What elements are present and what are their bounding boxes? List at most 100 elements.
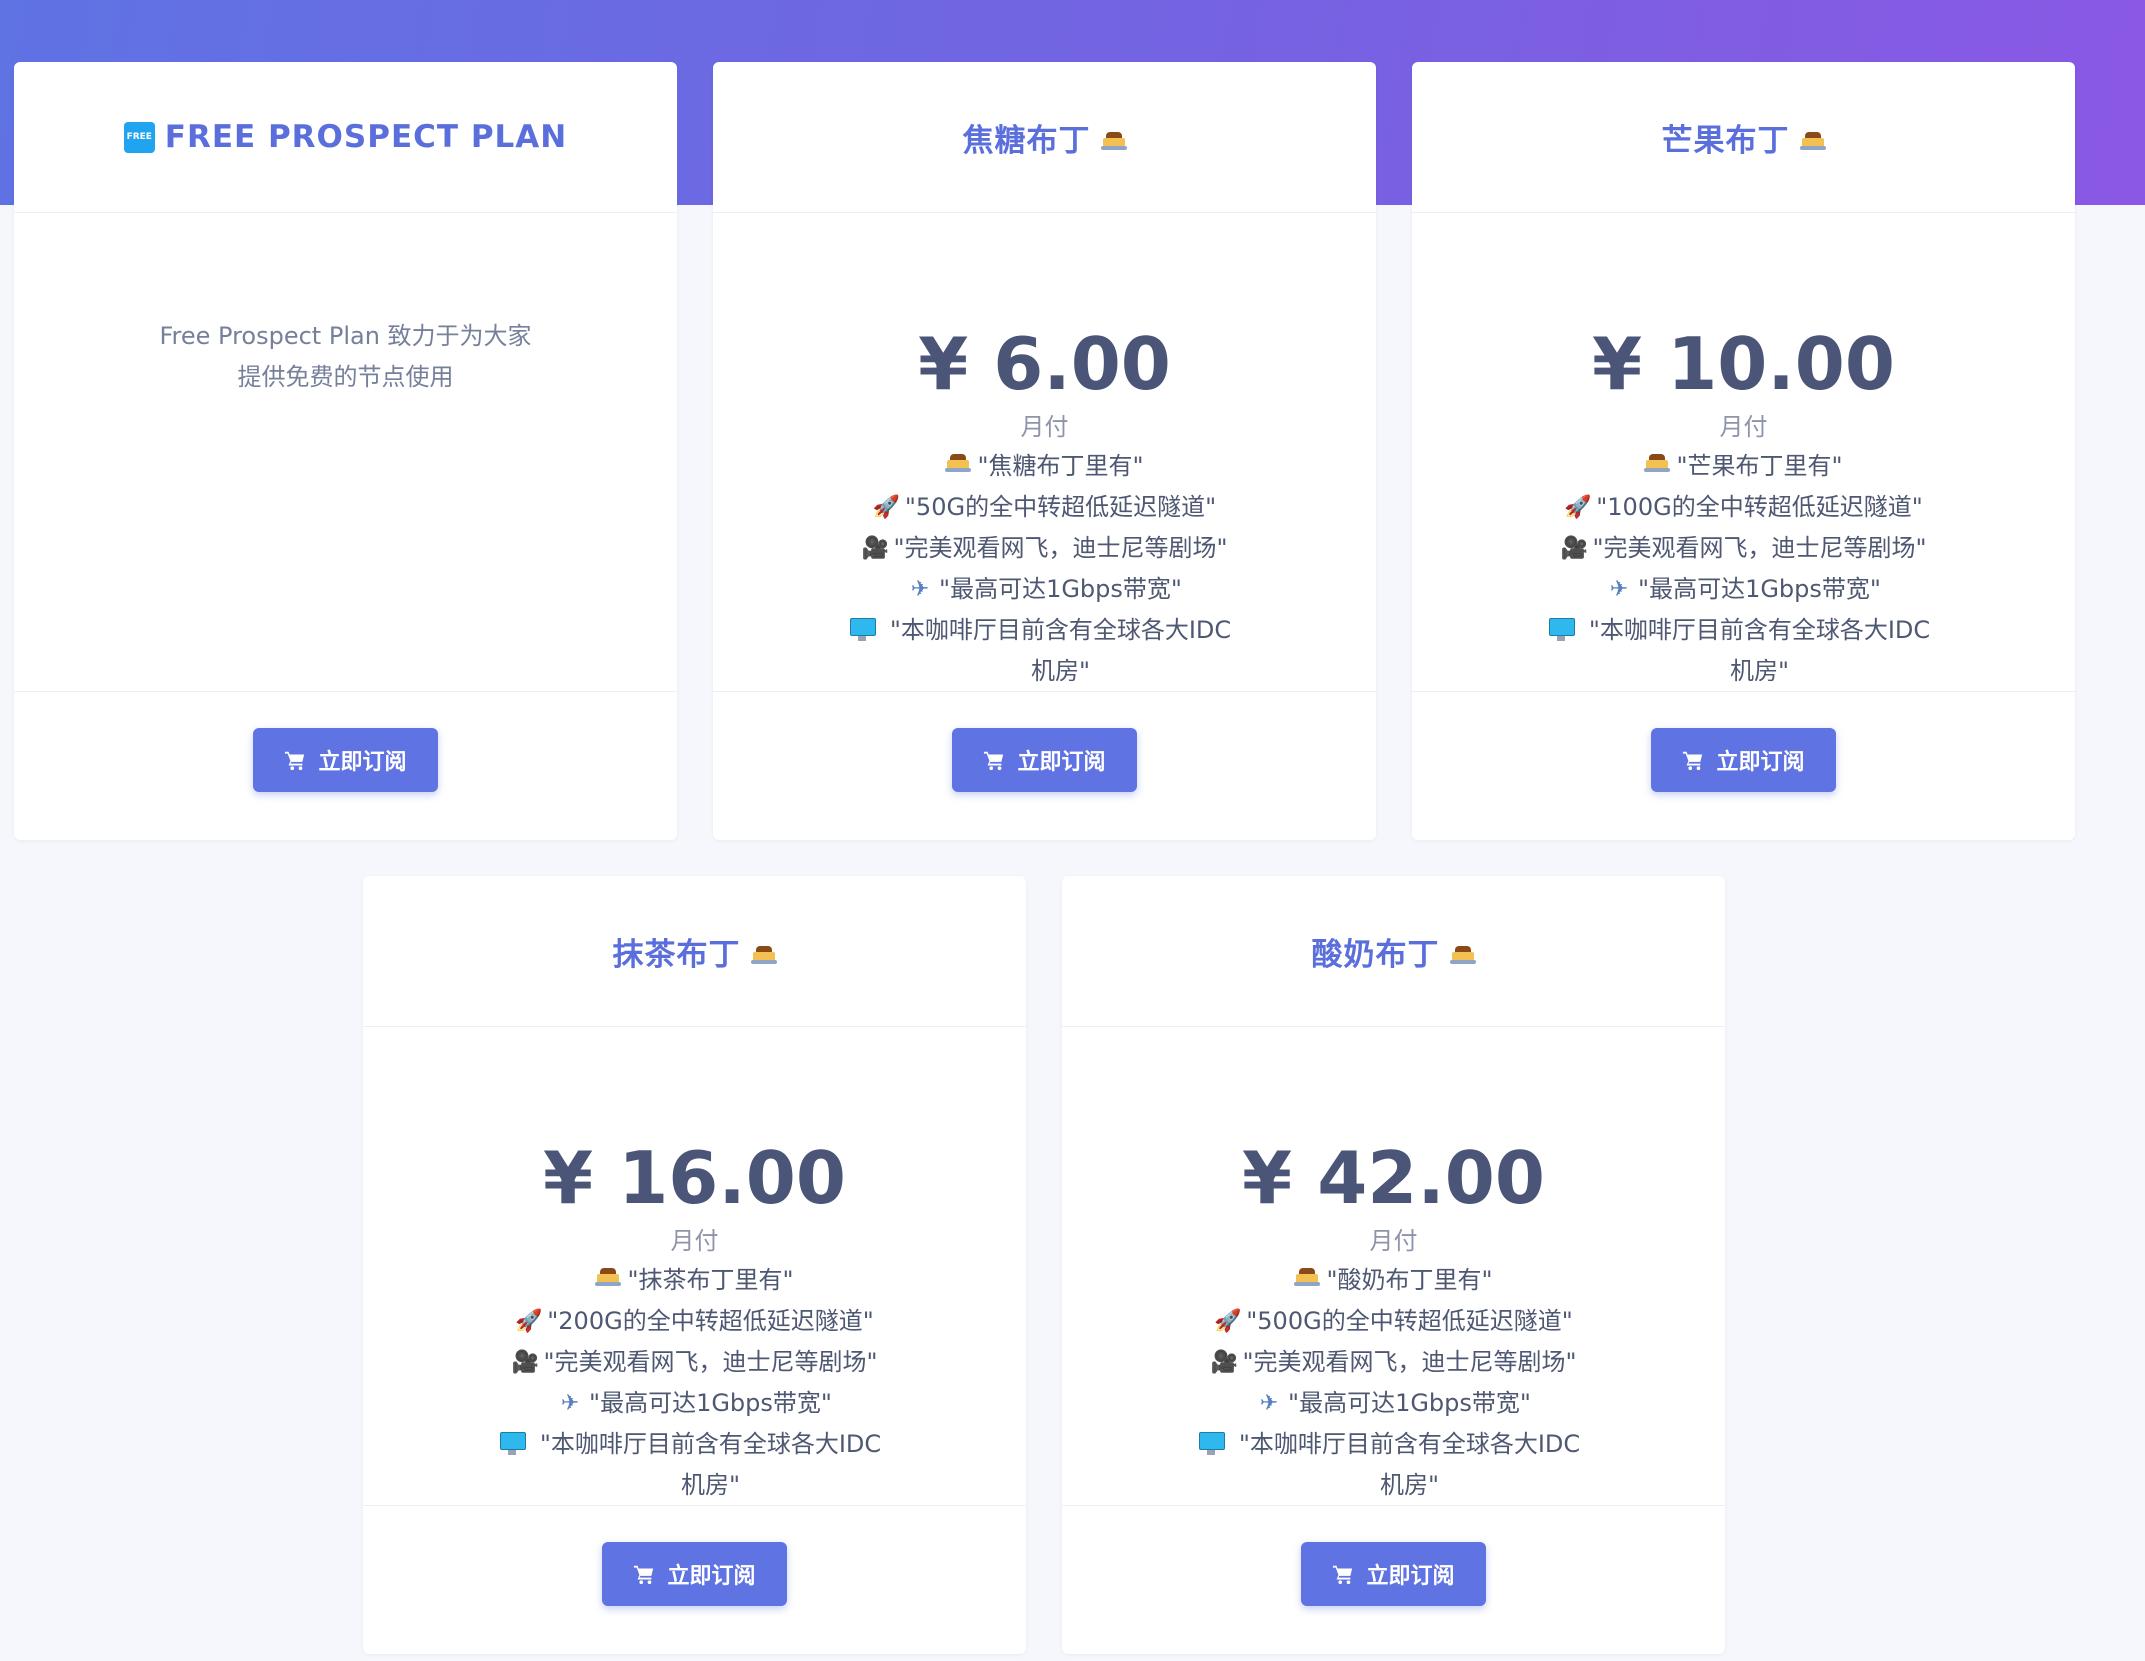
plan-card-free: FREE FREE PROSPECT PLAN Free Prospect Pl… bbox=[14, 62, 677, 840]
feature-item-idc: "本咖啡厅目前含有全球各大IDC 机房" bbox=[1412, 610, 2075, 692]
desktop-monitor-icon bbox=[1548, 618, 1575, 642]
plan-card-body: ¥ 6.00 月付 "焦糖布丁里有" 🚀 "50G的全中转超低延迟隧道" 🎥 "… bbox=[713, 214, 1376, 754]
feature-text: "最高可达1Gbps带宽" bbox=[589, 1389, 832, 1417]
plan-card-body: ¥ 10.00 月付 "芒果布丁里有" 🚀 "100G的全中转超低延迟隧道" 🎥… bbox=[1412, 214, 2075, 754]
plan-title: 焦糖布丁 bbox=[963, 115, 1127, 160]
rocket-icon: 🚀 bbox=[1214, 1309, 1242, 1334]
subscribe-button-label: 立即订阅 bbox=[667, 1564, 756, 1589]
feature-text: "最高可达1Gbps带宽" bbox=[939, 575, 1182, 603]
feature-text: "本咖啡厅目前含有全球各大IDC 机房" bbox=[1238, 1430, 1581, 1499]
feature-item-idc: "本咖啡厅目前含有全球各大IDC 机房" bbox=[363, 1424, 1026, 1506]
feature-text: "芒果布丁里有" bbox=[1676, 452, 1843, 480]
feature-list: "芒果布丁里有" 🚀 "100G的全中转超低延迟隧道" 🎥 "完美观看网飞，迪士… bbox=[1412, 446, 2075, 692]
cart-icon bbox=[285, 751, 305, 771]
pudding-icon bbox=[1799, 132, 1826, 150]
plan-card-matcha: 抹茶布丁 ¥ 16.00 月付 "抹茶布丁里有" 🚀 "200G的全中转超低延迟… bbox=[363, 876, 1026, 1654]
plan-period: 月付 bbox=[1719, 413, 1768, 441]
rocket-icon: 🚀 bbox=[1564, 495, 1592, 520]
feature-text: "完美观看网飞，迪士尼等剧场" bbox=[543, 1348, 878, 1376]
subscribe-button[interactable]: 立即订阅 bbox=[602, 1542, 787, 1606]
pudding-icon bbox=[1100, 132, 1127, 150]
feature-item-included: "焦糖布丁里有" bbox=[713, 446, 1376, 487]
plan-card-body: ¥ 16.00 月付 "抹茶布丁里有" 🚀 "200G的全中转超低延迟隧道" 🎥… bbox=[363, 1028, 1026, 1568]
feature-item-included: "酸奶布丁里有" bbox=[1062, 1260, 1725, 1301]
feature-item-idc: "本咖啡厅目前含有全球各大IDC 机房" bbox=[713, 610, 1376, 692]
pudding-icon bbox=[595, 1268, 622, 1286]
feature-item-streaming: 🎥 "完美观看网飞，迪士尼等剧场" bbox=[363, 1342, 1026, 1383]
feature-item-tunnel: 🚀 "50G的全中转超低延迟隧道" bbox=[713, 487, 1376, 528]
feature-text: "本咖啡厅目前含有全球各大IDC 机房" bbox=[889, 616, 1232, 685]
feature-text: "完美观看网飞，迪士尼等剧场" bbox=[893, 534, 1228, 562]
plan-card-caramel: 焦糖布丁 ¥ 6.00 月付 "焦糖布丁里有" 🚀 "50G的全中转超低延迟隧道… bbox=[713, 62, 1376, 840]
plan-price: ¥ 10.00 bbox=[1592, 322, 1895, 406]
subscribe-button[interactable]: 立即订阅 bbox=[1301, 1542, 1486, 1606]
airplane-icon: ✈ bbox=[1609, 577, 1629, 602]
plan-card-header: 焦糖布丁 bbox=[713, 62, 1376, 213]
subscribe-button[interactable]: 立即订阅 bbox=[1651, 728, 1836, 792]
cart-icon bbox=[984, 751, 1004, 771]
feature-list: "抹茶布丁里有" 🚀 "200G的全中转超低延迟隧道" 🎥 "完美观看网飞，迪士… bbox=[363, 1260, 1026, 1506]
plan-card-body: Free Prospect Plan 致力于为大家 提供免费的节点使用 bbox=[14, 214, 677, 754]
feature-text: "焦糖布丁里有" bbox=[977, 452, 1144, 480]
feature-text: "酸奶布丁里有" bbox=[1326, 1266, 1493, 1294]
plan-title-text: 抹茶布丁 bbox=[612, 936, 741, 973]
feature-item-streaming: 🎥 "完美观看网飞，迪士尼等剧场" bbox=[1062, 1342, 1725, 1383]
desktop-monitor-icon bbox=[1198, 1432, 1225, 1456]
plan-price: ¥ 16.00 bbox=[543, 1136, 846, 1220]
feature-item-included: "抹茶布丁里有" bbox=[363, 1260, 1026, 1301]
feature-text: "100G的全中转超低延迟隧道" bbox=[1596, 493, 1923, 521]
feature-item-bandwidth: ✈ "最高可达1Gbps带宽" bbox=[1412, 569, 2075, 610]
feature-item-streaming: 🎥 "完美观看网飞，迪士尼等剧场" bbox=[713, 528, 1376, 569]
movie-camera-icon: 🎥 bbox=[511, 1350, 539, 1375]
subscribe-button-label: 立即订阅 bbox=[1716, 750, 1805, 775]
plan-card-header: FREE FREE PROSPECT PLAN bbox=[14, 62, 677, 213]
movie-camera-icon: 🎥 bbox=[1210, 1350, 1238, 1375]
feature-text: "本咖啡厅目前含有全球各大IDC 机房" bbox=[1588, 616, 1931, 685]
rocket-icon: 🚀 bbox=[872, 495, 901, 520]
plan-title: 抹茶布丁 bbox=[613, 929, 777, 974]
feature-text: "最高可达1Gbps带宽" bbox=[1288, 1389, 1531, 1417]
subscribe-button-label: 立即订阅 bbox=[1366, 1564, 1455, 1589]
feature-item-streaming: 🎥 "完美观看网飞，迪士尼等剧场" bbox=[1412, 528, 2075, 569]
plan-card-yogurt: 酸奶布丁 ¥ 42.00 月付 "酸奶布丁里有" 🚀 "500G的全中转超低延迟… bbox=[1062, 876, 1725, 1654]
plan-card-header: 抹茶布丁 bbox=[363, 876, 1026, 1027]
pudding-icon bbox=[750, 946, 777, 964]
feature-text: "200G的全中转超低延迟隧道" bbox=[547, 1307, 874, 1335]
feature-text: "50G的全中转超低延迟隧道" bbox=[904, 493, 1217, 521]
subscribe-button[interactable]: 立即订阅 bbox=[253, 728, 438, 792]
plan-title-text: 焦糖布丁 bbox=[962, 122, 1091, 159]
feature-item-included: "芒果布丁里有" bbox=[1412, 446, 2075, 487]
feature-list: "焦糖布丁里有" 🚀 "50G的全中转超低延迟隧道" 🎥 "完美观看网飞，迪士尼… bbox=[713, 446, 1376, 692]
pudding-icon bbox=[945, 454, 972, 472]
feature-item-bandwidth: ✈ "最高可达1Gbps带宽" bbox=[363, 1383, 1026, 1424]
feature-text: "本咖啡厅目前含有全球各大IDC 机房" bbox=[539, 1430, 882, 1499]
plan-card-footer: 立即订阅 bbox=[14, 691, 677, 840]
feature-item-idc: "本咖啡厅目前含有全球各大IDC 机房" bbox=[1062, 1424, 1725, 1506]
plan-card-mango: 芒果布丁 ¥ 10.00 月付 "芒果布丁里有" 🚀 "100G的全中转超低延迟… bbox=[1412, 62, 2075, 840]
movie-camera-icon: 🎥 bbox=[1560, 536, 1588, 561]
subscribe-button[interactable]: 立即订阅 bbox=[952, 728, 1137, 792]
desktop-monitor-icon bbox=[849, 618, 876, 642]
feature-text: "完美观看网飞，迪士尼等剧场" bbox=[1592, 534, 1927, 562]
plan-title-text: 芒果布丁 bbox=[1661, 122, 1790, 159]
cart-icon bbox=[634, 1565, 654, 1585]
plan-description-line: Free Prospect Plan 致力于为大家 bbox=[159, 322, 532, 350]
pudding-icon bbox=[1294, 1268, 1321, 1286]
plan-title: FREE FREE PROSPECT PLAN bbox=[123, 119, 567, 155]
feature-item-tunnel: 🚀 "200G的全中转超低延迟隧道" bbox=[363, 1301, 1026, 1342]
subscribe-button-label: 立即订阅 bbox=[318, 750, 407, 775]
airplane-icon: ✈ bbox=[1259, 1391, 1279, 1416]
subscribe-button-label: 立即订阅 bbox=[1017, 750, 1106, 775]
feature-item-tunnel: 🚀 "500G的全中转超低延迟隧道" bbox=[1062, 1301, 1725, 1342]
movie-camera-icon: 🎥 bbox=[861, 536, 889, 561]
cart-icon bbox=[1683, 751, 1703, 771]
cart-icon bbox=[1333, 1565, 1353, 1585]
rocket-icon: 🚀 bbox=[515, 1309, 543, 1334]
plan-card-footer: 立即订阅 bbox=[363, 1505, 1026, 1654]
plan-title: 酸奶布丁 bbox=[1312, 929, 1476, 974]
feature-item-bandwidth: ✈ "最高可达1Gbps带宽" bbox=[1062, 1383, 1725, 1424]
feature-item-tunnel: 🚀 "100G的全中转超低延迟隧道" bbox=[1412, 487, 2075, 528]
airplane-icon: ✈ bbox=[560, 1391, 580, 1416]
plan-card-footer: 立即订阅 bbox=[1412, 691, 2075, 840]
plan-card-footer: 立即订阅 bbox=[1062, 1505, 1725, 1654]
